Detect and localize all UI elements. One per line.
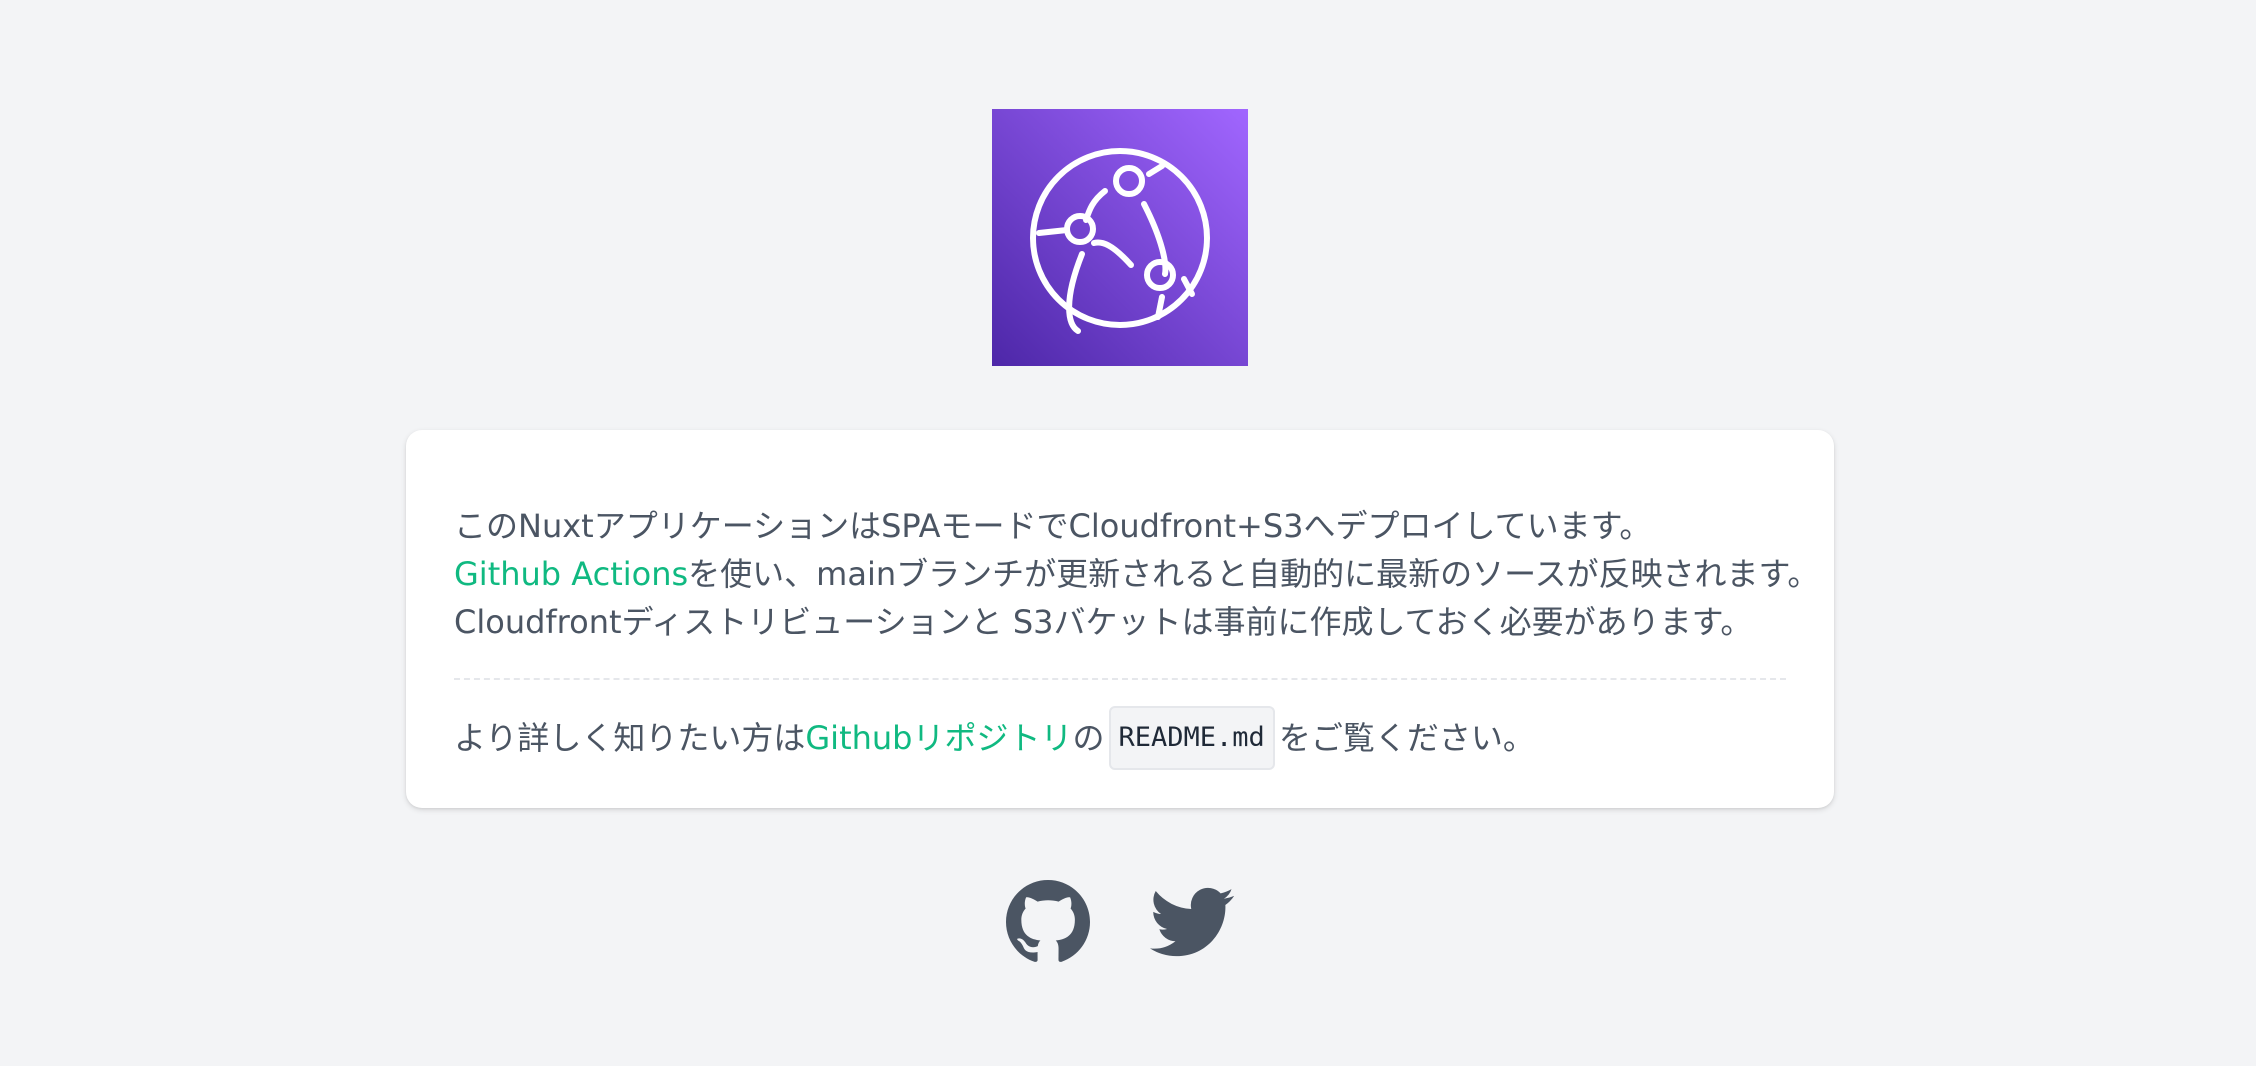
more-suffix: をご覧ください。 xyxy=(1278,719,1535,757)
intro-line-2: Github Actionsを使い、mainブランチが更新されると自動的に最新の… xyxy=(454,550,1819,598)
github-actions-link[interactable]: Github Actions xyxy=(454,555,688,593)
github-repository-link[interactable]: Githubリポジトリ xyxy=(805,714,1072,762)
intro-line-3: Cloudfrontディストリビューションと S3バケットは事前に作成しておく必… xyxy=(454,603,1753,641)
intro-line-2-text: を使い、mainブランチが更新されると自動的に最新のソースが反映されます。 xyxy=(688,555,1820,593)
info-card: このNuxtアプリケーションはSPAモードでCloudfront+S3へデプロイ… xyxy=(406,430,1834,808)
github-link[interactable] xyxy=(1006,880,1090,964)
twitter-link[interactable] xyxy=(1150,880,1234,964)
github-icon xyxy=(1006,880,1090,962)
twitter-icon xyxy=(1150,887,1234,957)
social-links xyxy=(1006,880,1234,964)
readme-filename: README.md xyxy=(1108,706,1275,770)
intro-line-1: このNuxtアプリケーションはSPAモードでCloudfront+S3へデプロイ… xyxy=(454,507,1652,545)
more-info-text: より詳しく知りたい方は Githubリポジトリの README.md をご覧ください。 xyxy=(454,706,1535,770)
cloudfront-icon xyxy=(1030,148,1210,334)
more-connector: の xyxy=(1072,719,1105,757)
cloudfront-logo xyxy=(992,109,1248,366)
intro-text: このNuxtアプリケーションはSPAモードでCloudfront+S3へデプロイ… xyxy=(454,502,1819,646)
divider xyxy=(454,678,1786,680)
more-prefix: より詳しく知りたい方は xyxy=(454,719,806,757)
